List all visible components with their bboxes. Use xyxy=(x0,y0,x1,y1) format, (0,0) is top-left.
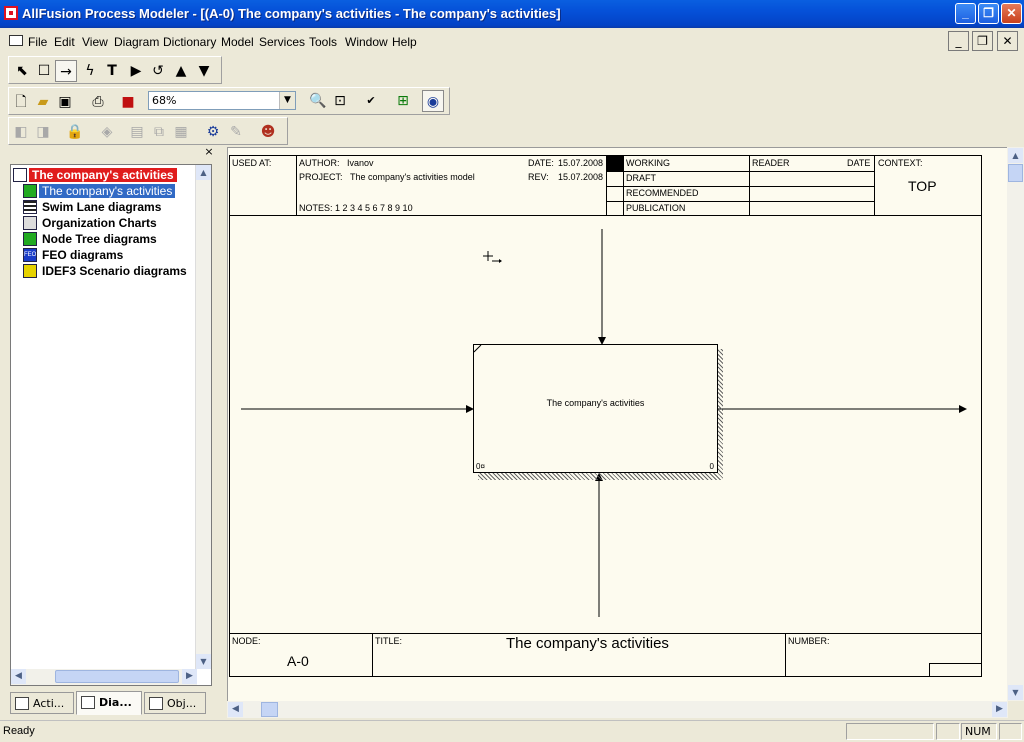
box-corner-icon xyxy=(474,345,482,353)
mechanism-arrow[interactable] xyxy=(595,473,603,617)
cursor-icon xyxy=(483,251,502,263)
canvas-horizontal-scrollbar[interactable]: ◀ ▶ xyxy=(227,701,1008,718)
activity-node-number: 0¤ xyxy=(476,462,485,471)
scroll-up-icon[interactable]: ▲ xyxy=(1008,148,1023,163)
scroll-thumb[interactable] xyxy=(1008,164,1023,182)
scroll-left-icon[interactable]: ◀ xyxy=(228,702,243,717)
status-pane xyxy=(999,723,1022,740)
status-message: Ready xyxy=(3,725,35,737)
status-bar: Ready NUM xyxy=(0,720,1024,742)
activity-box[interactable]: The company's activities 0¤ 0 xyxy=(473,344,718,473)
scroll-down-icon[interactable]: ▼ xyxy=(1008,685,1023,700)
canvas-vertical-scrollbar[interactable]: ▲ ▼ xyxy=(1007,147,1024,701)
activity-cost: 0 xyxy=(709,462,714,471)
activity-title: The company's activities xyxy=(546,398,645,408)
scroll-thumb[interactable] xyxy=(261,702,278,717)
output-arrow[interactable] xyxy=(718,405,967,413)
scroll-right-icon[interactable]: ▶ xyxy=(992,702,1007,717)
status-pane xyxy=(846,723,934,740)
control-arrow[interactable] xyxy=(598,229,606,345)
input-arrow[interactable] xyxy=(241,405,474,413)
num-lock-indicator: NUM xyxy=(961,723,997,740)
status-pane xyxy=(936,723,960,740)
